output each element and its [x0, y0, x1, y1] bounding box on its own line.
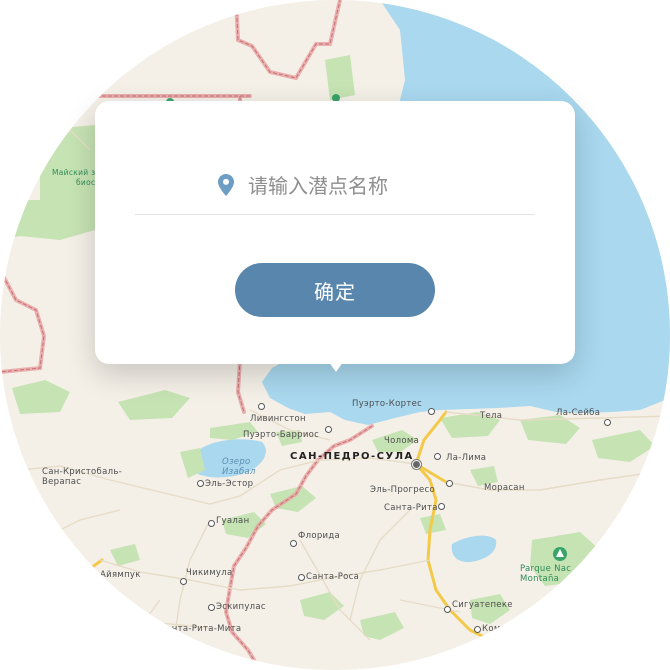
city-dot-major	[412, 460, 421, 469]
confirm-button[interactable]: 确定	[235, 263, 435, 317]
dive-site-dialog: 确定	[95, 101, 575, 364]
map-label-kom: Ком	[482, 624, 501, 634]
map-label-puerto-barrios: Пуэрто-Барриос	[243, 430, 320, 440]
city-dot	[446, 480, 453, 487]
map-label-el-estor: Эль-Эстор	[205, 479, 254, 489]
map-label-choloma: Чолома	[384, 436, 420, 446]
city-dot	[434, 453, 441, 460]
map-label-tela: Тела	[480, 411, 503, 421]
city-dot	[438, 503, 445, 510]
dialog-pointer	[326, 358, 346, 372]
city-dot	[208, 520, 215, 527]
map-label-parque: Parque Nac	[520, 564, 572, 574]
city-dot	[208, 604, 215, 611]
map-label-puerto-cortes: Пуэрто-Кортес	[352, 399, 423, 409]
city-dot	[197, 480, 204, 487]
map-label-el-progreso: Эль-Прогресо	[370, 485, 435, 495]
map-label-florida: Флорида	[298, 531, 341, 541]
map-label-santa-rita: Санта-Рита	[384, 503, 438, 513]
map-label-ayampuk: Айямпук	[100, 570, 141, 580]
map-label-san-pedro-sula: САН-ПЕДРО-СУЛА	[290, 451, 414, 462]
map-label-lake-izabal: Озеро	[222, 457, 251, 467]
park-marker	[553, 547, 567, 561]
map-label-san-cristobal: Сан-Кристобаль-	[42, 467, 123, 477]
map-label-la-ceiba: Ла-Сейба	[556, 408, 601, 418]
map-label-gualan: Гуалан	[216, 516, 250, 526]
map-label-la-lima: Ла-Лима	[446, 453, 487, 463]
city-dot	[258, 403, 265, 410]
map-label-eskipulas: Эскипулас	[216, 602, 266, 612]
map-label-lake-izabal-2: Изабал	[222, 467, 256, 477]
map-label-santa-rosa: Санта-Роса	[306, 572, 360, 582]
city-dot	[325, 426, 332, 433]
map-label-parque-2: Montaña	[520, 574, 560, 584]
map-label-siguatepeque: Сигуатепеке	[452, 600, 513, 610]
map-label-santa-rita-mita: Санта-Рита-Мита	[160, 624, 242, 634]
dive-site-name-input[interactable]	[248, 170, 528, 202]
city-dot	[444, 606, 451, 613]
map-pin-icon	[218, 174, 234, 196]
stage: Майский заповедник биосф. Ливингстон Пуэ…	[0, 0, 670, 670]
map-label-san-cristobal-2: Верапас	[42, 477, 82, 487]
city-dot	[474, 626, 481, 633]
map-label-morasan: Морасан	[484, 483, 525, 493]
city-dot	[180, 578, 187, 585]
city-dot	[428, 408, 435, 415]
city-dot	[604, 419, 611, 426]
city-dot	[290, 540, 297, 547]
name-input-row[interactable]	[135, 166, 535, 215]
map-label-chikimula: Чикимула	[186, 568, 233, 578]
map-label-livingston: Ливингстон	[250, 414, 306, 424]
city-dot	[298, 574, 305, 581]
